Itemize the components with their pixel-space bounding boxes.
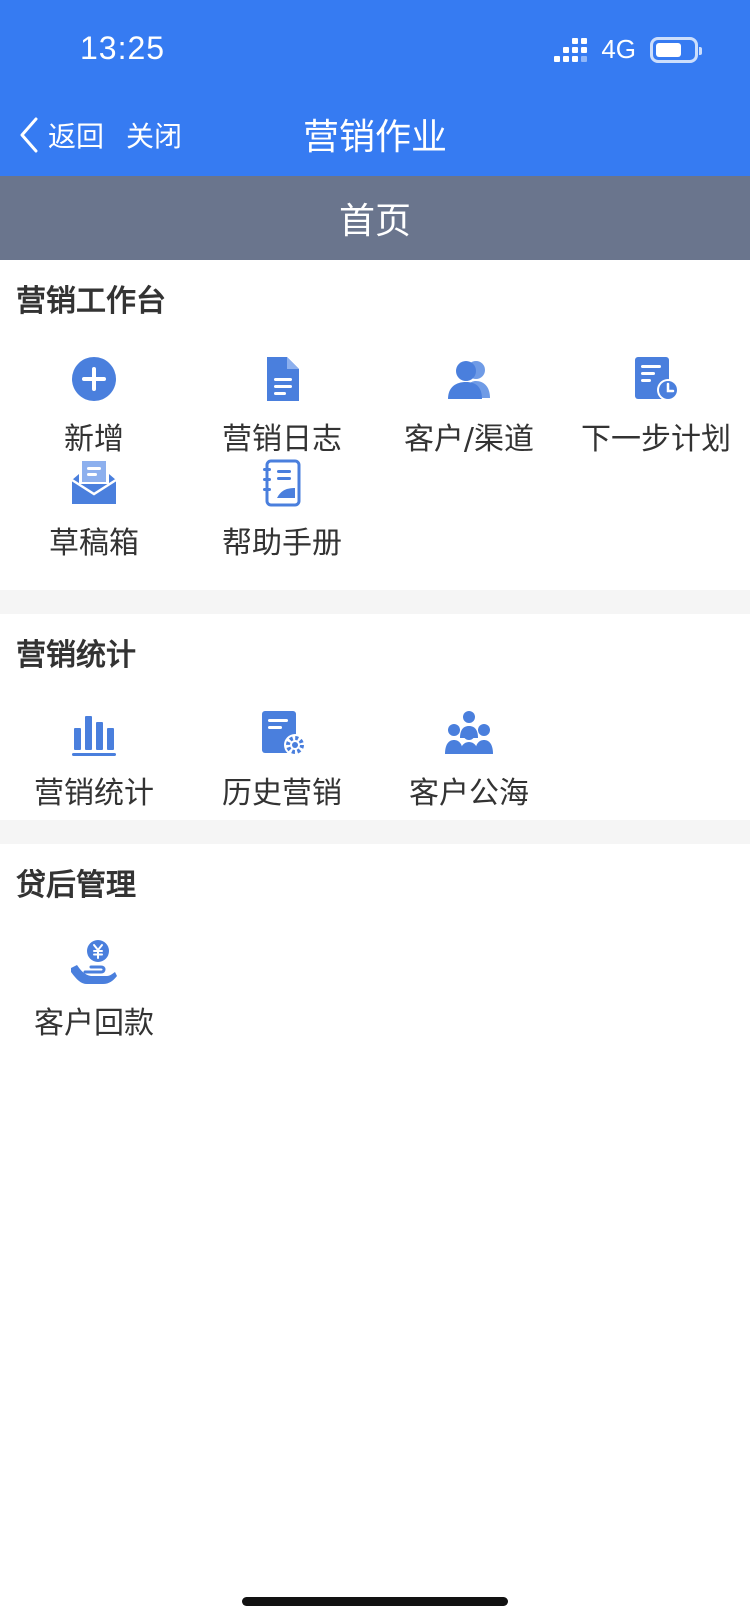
manual-notebook-icon	[257, 458, 307, 508]
history-document-gear-icon	[257, 708, 307, 758]
home-tab[interactable]: 首页	[0, 176, 750, 260]
status-indicators: 4G	[554, 34, 702, 65]
section-title-post-loan: 贷后管理	[16, 868, 136, 903]
draft-box-icon	[69, 458, 119, 508]
stats-section: 营销统计 营销统计 历史营销 客户公海	[0, 614, 750, 820]
section-title-workbench: 营销工作台	[16, 284, 166, 319]
hand-yen-coin-icon	[69, 938, 119, 988]
grid-item-draft-box[interactable]: 草稿箱	[0, 458, 188, 578]
battery-icon	[650, 36, 702, 63]
plan-clock-icon	[631, 354, 681, 404]
plus-circle-icon	[69, 354, 119, 404]
section-title-stats: 营销统计	[16, 638, 136, 673]
grid-label: 历史营销	[222, 776, 342, 811]
group-people-icon	[444, 708, 494, 758]
navigation-bar: 返回 关闭 营销作业	[0, 96, 750, 176]
section-divider	[0, 820, 750, 844]
users-icon	[444, 354, 494, 404]
top-bar: 13:25 4G 返回 关闭 营销作业	[0, 0, 750, 176]
workbench-section: 营销工作台 新增 营销日志 客户/渠道 下一步计划 草稿箱 帮助手册	[0, 260, 750, 590]
grid-label: 下一步计划	[581, 422, 731, 457]
grid-item-help-manual[interactable]: 帮助手册	[188, 458, 376, 578]
bar-chart-icon	[69, 708, 119, 758]
grid-item-marketing-log[interactable]: 营销日志	[188, 354, 376, 474]
battery-fill	[656, 42, 682, 57]
home-indicator[interactable]	[242, 1597, 508, 1606]
signal-strength-icon	[554, 37, 588, 62]
grid-item-history-marketing[interactable]: 历史营销	[188, 708, 376, 828]
network-type: 4G	[601, 34, 636, 64]
grid-label: 客户回款	[34, 1006, 154, 1041]
grid-label: 草稿箱	[49, 526, 139, 561]
grid-item-customer-pool[interactable]: 客户公海	[375, 708, 563, 828]
status-time: 13:25	[80, 30, 166, 66]
grid-label: 新增	[64, 422, 124, 457]
page-title: 营销作业	[302, 117, 447, 158]
grid-item-customer-channel[interactable]: 客户/渠道	[375, 354, 563, 474]
grid-label: 帮助手册	[222, 526, 342, 561]
grid-item-add[interactable]: 新增	[0, 354, 188, 474]
grid-label: 营销日志	[222, 422, 342, 457]
grid-item-next-plan[interactable]: 下一步计划	[562, 354, 750, 474]
grid-label: 营销统计	[34, 776, 154, 811]
post-loan-section: 贷后管理 客户回款	[0, 844, 750, 1050]
grid-label: 客户/渠道	[403, 422, 535, 457]
grid-item-marketing-stats[interactable]: 营销统计	[0, 708, 188, 828]
grid-label: 客户公海	[409, 776, 529, 811]
document-icon	[257, 354, 307, 404]
app-screen: 13:25 4G 返回 关闭 营销作业 首页 营销工作台 新增 营销日志 客户/…	[0, 0, 750, 1624]
section-divider	[0, 590, 750, 614]
grid-item-customer-repayment[interactable]: 客户回款	[0, 938, 188, 1058]
